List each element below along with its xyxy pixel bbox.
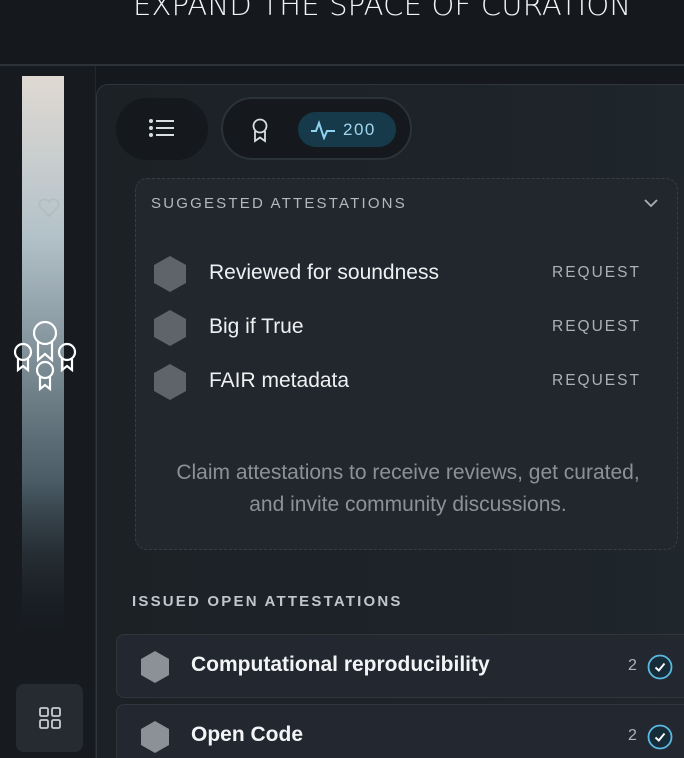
suggested-item-label: Reviewed for soundness bbox=[209, 261, 439, 284]
check-circle-icon bbox=[647, 654, 673, 680]
hexagon-icon bbox=[141, 651, 169, 683]
suggested-item: FAIR metadata REQUEST bbox=[152, 362, 662, 402]
issued-attestation-row[interactable]: Open Code 2 bbox=[116, 704, 684, 758]
suggested-attestations-card: SUGGESTED ATTESTATIONS Reviewed for soun… bbox=[135, 178, 678, 550]
left-rail bbox=[0, 66, 96, 758]
suggested-title: SUGGESTED ATTESTATIONS bbox=[151, 195, 407, 212]
apps-grid-button[interactable] bbox=[16, 684, 83, 752]
issued-count: 2 bbox=[628, 727, 637, 744]
activity-icon bbox=[311, 120, 335, 140]
request-button[interactable]: REQUEST bbox=[552, 318, 641, 336]
request-button[interactable]: REQUEST bbox=[552, 372, 641, 390]
activity-toggle[interactable]: 200 bbox=[298, 112, 396, 147]
hexagon-icon bbox=[154, 310, 186, 346]
grid-icon bbox=[39, 707, 61, 729]
request-button[interactable]: REQUEST bbox=[552, 264, 641, 282]
issued-count: 2 bbox=[628, 657, 637, 674]
issued-attestation-row[interactable]: Computational reproducibility 2 bbox=[116, 634, 684, 698]
check-circle-icon bbox=[647, 724, 673, 750]
chevron-down-icon[interactable] bbox=[643, 198, 659, 208]
activity-count: 200 bbox=[343, 120, 376, 139]
issued-title: ISSUED OPEN ATTESTATIONS bbox=[132, 593, 403, 610]
page-headline: EXPAND THE SPACE OF CURATION bbox=[133, 0, 632, 22]
suggested-item-label: FAIR metadata bbox=[209, 369, 350, 392]
issued-attestation-label: Computational reproducibility bbox=[191, 653, 490, 676]
hexagon-icon bbox=[141, 721, 169, 753]
issued-attestation-label: Open Code bbox=[191, 723, 304, 746]
hexagon-icon bbox=[154, 364, 186, 400]
suggested-note: Claim attestations to receive reviews, g… bbox=[176, 461, 640, 516]
view-toggle-group: 200 bbox=[221, 97, 412, 160]
list-icon bbox=[149, 119, 174, 137]
badges-icon bbox=[13, 320, 77, 392]
heart-icon bbox=[38, 198, 60, 218]
list-view-button[interactable] bbox=[116, 98, 208, 160]
hexagon-icon bbox=[154, 256, 186, 292]
header-divider bbox=[0, 64, 684, 66]
suggested-item: Reviewed for soundness REQUEST bbox=[152, 254, 662, 294]
suggested-item-label: Big if True bbox=[209, 315, 304, 338]
award-icon[interactable] bbox=[250, 118, 270, 143]
suggested-item: Big if True REQUEST bbox=[152, 308, 662, 348]
